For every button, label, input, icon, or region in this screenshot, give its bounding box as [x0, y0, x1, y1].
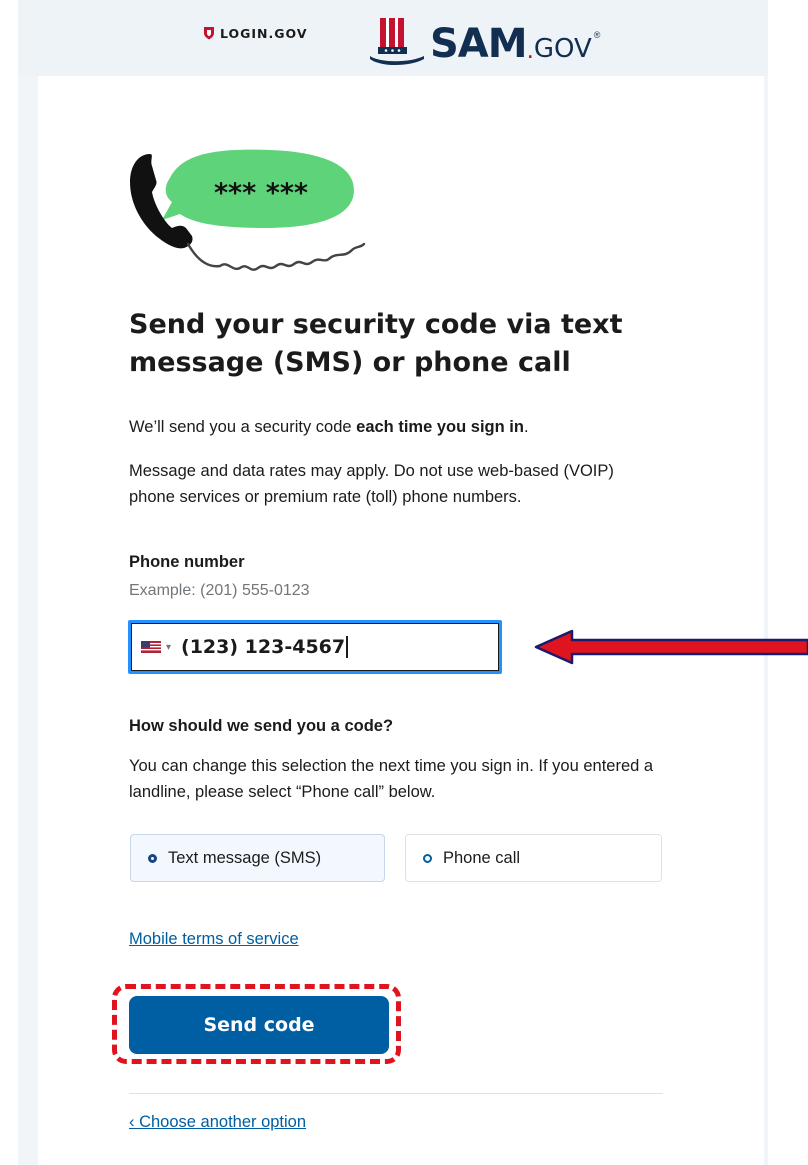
rates-notice: Message and data rates may apply. Do not… — [129, 462, 614, 506]
phone-number-input[interactable]: (123) 123-4567 — [181, 636, 349, 658]
sam-gov-logo: SAM . GOV ® — [370, 8, 600, 68]
radio-text-message[interactable]: Text message (SMS) — [130, 834, 385, 882]
delivery-help-text: You can change this selection the next t… — [129, 757, 654, 801]
divider — [129, 1093, 663, 1094]
gov-wordmark: GOV — [533, 34, 592, 64]
registered-mark: ® — [593, 30, 601, 40]
radio-text-message-label: Text message (SMS) — [168, 848, 322, 867]
radio-selected-icon — [148, 853, 157, 863]
chevron-down-icon: ▾ — [166, 641, 172, 653]
phone-number-field[interactable]: ▾ (123) 123-4567 — [128, 620, 502, 674]
radio-unselected-icon — [423, 853, 432, 863]
login-gov-wordmark: LOGIN.GOV — [220, 25, 308, 41]
page-title: Send your security code via text message… — [129, 309, 623, 378]
intro-text-end: . — [523, 418, 529, 436]
shield-icon — [204, 27, 214, 40]
mobile-terms-link[interactable]: Mobile terms of service — [129, 930, 299, 949]
intro-text: We’ll send you a security code each time… — [129, 414, 529, 440]
us-flag-icon — [141, 641, 161, 653]
intro-text-emphasis: each time you sign in — [356, 418, 524, 436]
intro-text-start: We’ll send you a security code — [129, 418, 357, 436]
sam-wordmark: SAM — [430, 21, 528, 67]
phone-number-label: Phone number — [129, 553, 245, 571]
sam-wordmark-dot: . — [526, 34, 534, 64]
radio-phone-call-label: Phone call — [443, 848, 521, 867]
phone-sms-illustration-icon: *** *** — [130, 149, 366, 271]
radio-phone-call[interactable]: Phone call — [405, 834, 662, 882]
bubble-code-text: *** *** — [214, 178, 308, 209]
send-code-button[interactable]: Send code — [129, 996, 389, 1054]
country-code-dropdown[interactable]: ▾ — [131, 623, 177, 671]
delivery-question: How should we send you a code? — [129, 717, 394, 735]
uncle-sam-hat-icon — [370, 18, 424, 65]
choose-another-option-link[interactable]: ‹ Choose another option — [129, 1113, 306, 1132]
red-arrow-annotation-icon — [534, 629, 808, 665]
phone-number-example: Example: (201) 555-0123 — [129, 582, 310, 599]
login-gov-logo: LOGIN.GOV — [203, 23, 308, 43]
